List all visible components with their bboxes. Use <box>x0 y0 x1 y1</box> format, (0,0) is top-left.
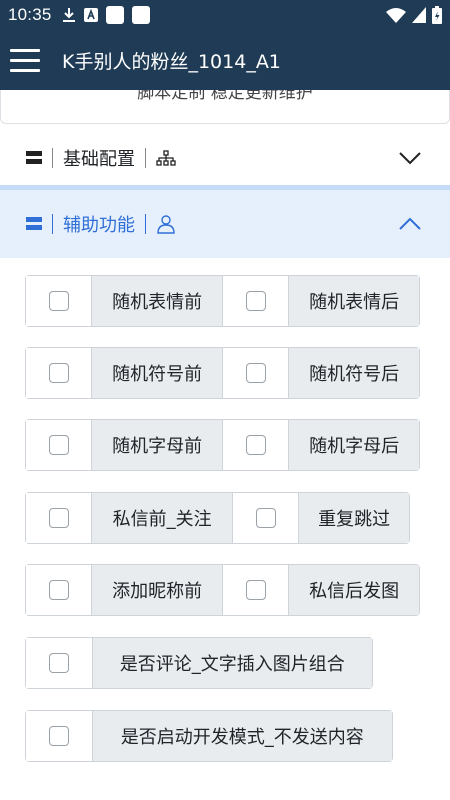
download-icon <box>62 8 75 22</box>
option-random-letter-before[interactable]: 随机字母前 <box>25 419 223 471</box>
divider <box>52 214 53 234</box>
status-bar: 10:35 <box>0 0 450 30</box>
chevron-up-icon[interactable] <box>398 216 422 232</box>
app-title: K手别人的粉丝_1014_A1 <box>62 50 281 73</box>
option-row: 随机符号前 随机符号后 <box>25 347 420 399</box>
section-basic-label: 基础配置 <box>63 149 135 170</box>
option-skip-duplicates[interactable]: 重复跳过 <box>232 492 410 544</box>
divider <box>145 214 146 234</box>
option-label: 是否评论_文字插入图片组合 <box>91 638 372 688</box>
section-basic-config[interactable]: 基础配置 <box>0 136 450 180</box>
option-row: 是否评论_文字插入图片组合 <box>25 637 373 689</box>
option-label: 私信后发图 <box>288 565 419 615</box>
option-row: 随机字母前 随机字母后 <box>25 419 420 471</box>
option-random-letter-after[interactable]: 随机字母后 <box>222 419 420 471</box>
info-card: 脚本定制 稳定更新维护 <box>0 90 450 124</box>
checkbox[interactable] <box>48 726 69 746</box>
option-label: 添加昵称前 <box>91 565 222 615</box>
chevron-down-icon[interactable] <box>398 150 422 166</box>
option-label: 随机符号后 <box>288 348 419 398</box>
status-time: 10:35 <box>8 5 52 24</box>
option-row: 添加昵称前 私信后发图 <box>25 564 420 616</box>
divider <box>145 148 146 168</box>
option-label: 随机字母前 <box>91 420 222 470</box>
list-icon <box>26 217 42 231</box>
checkbox[interactable] <box>255 508 276 528</box>
option-random-emoji-after[interactable]: 随机表情后 <box>222 275 420 327</box>
section-assist-features[interactable]: 辅助功能 <box>0 185 450 258</box>
checkbox[interactable] <box>245 435 266 455</box>
checkbox[interactable] <box>245 580 266 600</box>
divider <box>52 148 53 168</box>
option-send-image-after-dm[interactable]: 私信后发图 <box>222 564 420 616</box>
option-row: 私信前_关注 重复跳过 <box>25 492 410 544</box>
option-random-symbol-after[interactable]: 随机符号后 <box>222 347 420 399</box>
option-follow-before-dm[interactable]: 私信前_关注 <box>25 492 233 544</box>
text-a-icon <box>83 8 98 22</box>
list-icon <box>26 151 42 165</box>
checkbox[interactable] <box>48 291 69 311</box>
app-bar: K手别人的粉丝_1014_A1 <box>0 30 450 90</box>
option-random-symbol-before[interactable]: 随机符号前 <box>25 347 223 399</box>
checkbox[interactable] <box>48 580 69 600</box>
sitemap-icon <box>156 150 176 166</box>
option-label: 随机表情前 <box>91 276 222 326</box>
menu-icon[interactable] <box>10 49 40 72</box>
checkbox[interactable] <box>48 653 69 673</box>
option-dev-mode[interactable]: 是否启动开发模式_不发送内容 <box>25 710 393 762</box>
checkbox[interactable] <box>245 363 266 383</box>
app-square-icon <box>131 6 150 24</box>
checkbox[interactable] <box>48 435 69 455</box>
option-random-emoji-before[interactable]: 随机表情前 <box>25 275 223 327</box>
signal-icon <box>412 7 426 23</box>
option-label: 重复跳过 <box>298 493 409 543</box>
option-add-nickname-before[interactable]: 添加昵称前 <box>25 564 223 616</box>
wifi-icon <box>386 8 406 23</box>
checkbox[interactable] <box>48 363 69 383</box>
user-icon <box>157 215 175 234</box>
checkbox[interactable] <box>48 508 69 528</box>
checkbox[interactable] <box>245 291 266 311</box>
app-square-icon <box>105 6 124 24</box>
option-label: 随机表情后 <box>288 276 419 326</box>
battery-icon <box>432 6 442 24</box>
option-label: 随机字母后 <box>288 420 419 470</box>
option-label: 私信前_关注 <box>91 493 232 543</box>
option-label: 随机符号前 <box>91 348 222 398</box>
option-label: 是否启动开发模式_不发送内容 <box>91 711 392 761</box>
option-row: 是否启动开发模式_不发送内容 <box>25 710 393 762</box>
section-assist-label: 辅助功能 <box>63 215 135 236</box>
option-comment-text-image[interactable]: 是否评论_文字插入图片组合 <box>25 637 373 689</box>
option-row: 随机表情前 随机表情后 <box>25 275 420 327</box>
info-card-text: 脚本定制 稳定更新维护 <box>137 90 313 103</box>
